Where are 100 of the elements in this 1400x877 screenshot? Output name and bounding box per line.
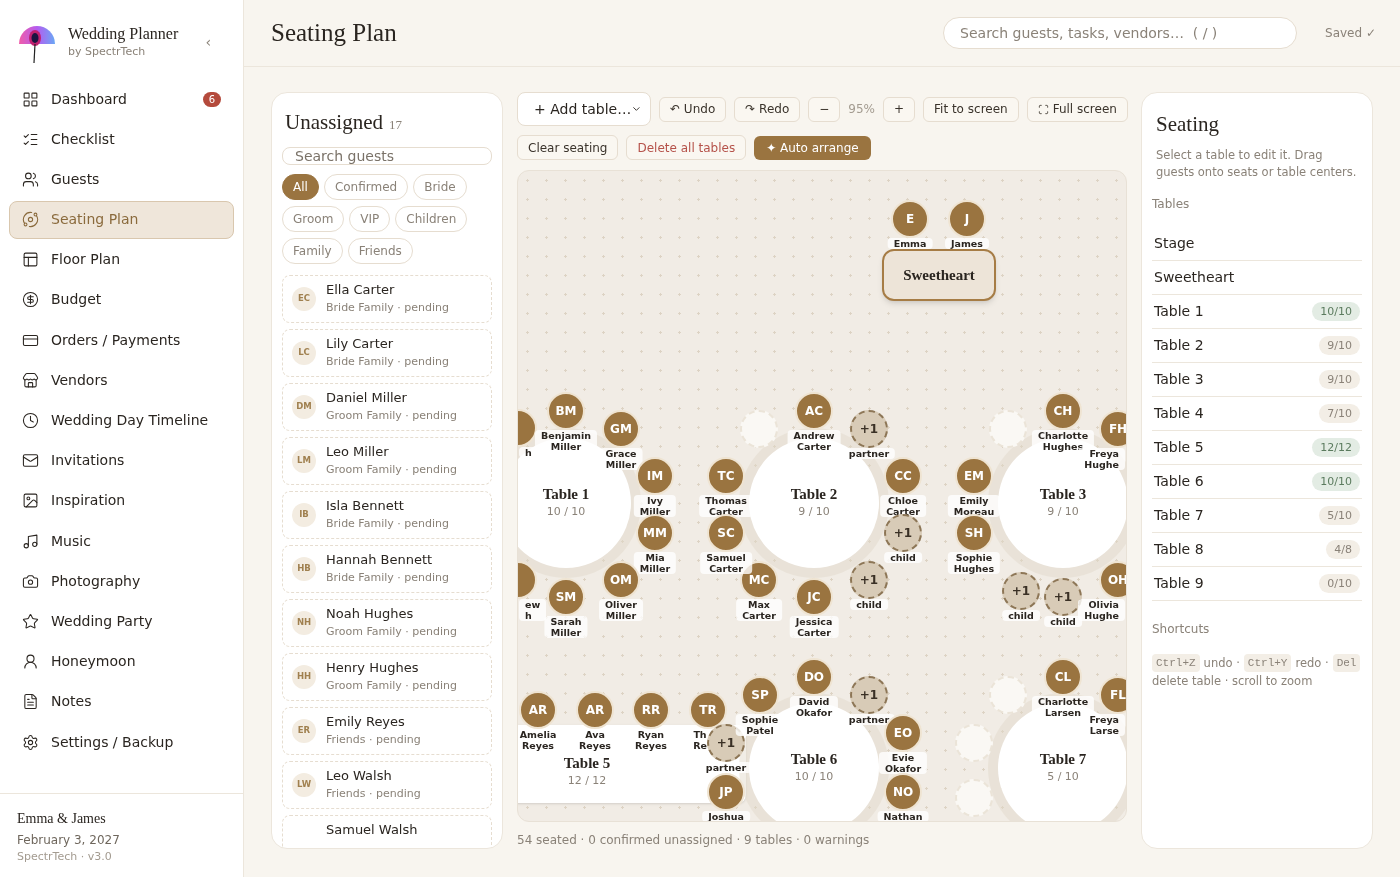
guest-seat[interactable]: E: [891, 200, 929, 238]
nav-item[interactable]: Honeymoon: [9, 642, 234, 681]
plus-one-seat[interactable]: +1: [1044, 578, 1082, 616]
nav-item[interactable]: Music: [9, 522, 234, 561]
guest-seat[interactable]: MM: [636, 514, 674, 552]
plus-one-seat[interactable]: +1: [884, 514, 922, 552]
nav-item[interactable]: Checklist: [9, 120, 234, 159]
guest-card[interactable]: ER Emily Reyes Friends · pending: [282, 706, 492, 755]
guest-card[interactable]: NH Noah Hughes Groom Family · pending: [282, 598, 492, 647]
guest-card[interactable]: DM Daniel Miller Groom Family · pending: [282, 382, 492, 431]
guest-seat[interactable]: GM: [602, 410, 640, 448]
delete-tables-button[interactable]: Delete all tables: [626, 135, 747, 160]
nav-item[interactable]: Orders / Payments: [9, 321, 234, 360]
plus-one-seat[interactable]: +1: [850, 410, 888, 448]
filter-chip[interactable]: Friends: [347, 237, 413, 264]
guest-card[interactable]: LM Leo Miller Groom Family · pending: [282, 436, 492, 485]
nav-item[interactable]: Settings / Backup: [9, 723, 234, 761]
guest-seat[interactable]: [518, 561, 537, 599]
nav-item[interactable]: Dashboard 6: [9, 80, 234, 118]
guest-seat[interactable]: NO: [884, 773, 922, 811]
guest-seat[interactable]: CL: [1044, 658, 1082, 696]
guest-seat[interactable]: J: [948, 200, 986, 238]
filter-chip[interactable]: VIP: [349, 205, 391, 232]
table-list-item[interactable]: Table 2 9/10: [1152, 328, 1362, 363]
auto-arrange-button[interactable]: ✦ Auto arrange: [754, 135, 871, 160]
nav-item[interactable]: Photography: [9, 562, 234, 601]
guest-seat[interactable]: BM: [547, 392, 585, 430]
guest-card[interactable]: HH Henry Hughes Groom Family · pending: [282, 652, 492, 701]
sweetheart-table[interactable]: Sweetheart: [882, 249, 996, 301]
plus-one-seat[interactable]: +1: [1002, 572, 1040, 610]
filter-chip[interactable]: Family: [282, 237, 343, 264]
table-list-item[interactable]: Table 5 12/12: [1152, 430, 1362, 465]
fit-button[interactable]: Fit to screen: [923, 96, 1019, 122]
plus-one-seat[interactable]: +1: [850, 676, 888, 714]
guest-seat[interactable]: OM: [602, 561, 640, 599]
guest-seat[interactable]: TC: [707, 457, 745, 495]
guest-seat[interactable]: EM: [955, 457, 993, 495]
guest-seat[interactable]: SC: [707, 514, 745, 552]
guest-seat[interactable]: CC: [884, 457, 922, 495]
plus-one-seat[interactable]: +1: [850, 561, 888, 599]
zoom-out-button[interactable]: −: [808, 96, 841, 122]
guest-card[interactable]: LW Leo Walsh Friends · pending: [282, 760, 492, 809]
collapse-button[interactable]: ‹: [205, 31, 211, 53]
guest-seat[interactable]: SP: [741, 676, 779, 714]
nav-item[interactable]: Notes: [9, 682, 234, 721]
nav-item[interactable]: Budget: [9, 280, 234, 319]
guest-card[interactable]: Samuel Walsh: [282, 814, 492, 848]
table-list-item[interactable]: Table 3 9/10: [1152, 362, 1362, 397]
guest-seat[interactable]: RR: [632, 691, 670, 729]
nav-item[interactable]: Inspiration: [9, 481, 234, 520]
guest-card[interactable]: HB Hannah Bennett Bride Family · pending: [282, 544, 492, 593]
guest-seat[interactable]: TR: [689, 691, 727, 729]
empty-seat[interactable]: [955, 724, 993, 762]
nav-item[interactable]: Floor Plan: [9, 240, 234, 279]
table-list-item[interactable]: Table 6 10/10: [1152, 464, 1362, 499]
guest-seat[interactable]: JC: [795, 578, 833, 616]
guest-seat[interactable]: AR: [576, 691, 614, 729]
filter-chip[interactable]: All: [282, 173, 319, 200]
table-list-item[interactable]: Table 8 4/8: [1152, 532, 1362, 567]
nav-item[interactable]: Wedding Day Timeline: [9, 401, 234, 440]
seating-canvas[interactable]: [517, 170, 1127, 822]
guest-seat[interactable]: IM: [636, 457, 674, 495]
fullscreen-button[interactable]: Full screen: [1026, 96, 1128, 122]
table-list-item[interactable]: Stage: [1152, 226, 1362, 261]
guest-seat[interactable]: DO: [795, 658, 833, 696]
add-table-dropdown[interactable]: + Add table…: [517, 92, 651, 126]
filter-chip[interactable]: Bride: [413, 173, 467, 200]
filter-chip[interactable]: Groom: [282, 205, 345, 232]
redo-button[interactable]: ↷ Redo: [734, 96, 801, 122]
guest-card[interactable]: IB Isla Bennett Bride Family · pending: [282, 490, 492, 539]
table-list-item[interactable]: Table 1 10/10: [1152, 294, 1362, 329]
table-list-item[interactable]: Table 9 0/10: [1152, 566, 1362, 601]
clear-seating-button[interactable]: Clear seating: [517, 135, 619, 160]
nav-item[interactable]: Guests: [9, 160, 234, 199]
undo-button[interactable]: ↶ Undo: [659, 96, 727, 122]
guest-card[interactable]: LC Lily Carter Bride Family · pending: [282, 328, 492, 377]
nav-item[interactable]: Seating Plan: [9, 200, 234, 239]
guest-search-field[interactable]: Search guests: [282, 146, 492, 165]
guest-seat[interactable]: AC: [795, 392, 833, 430]
nav-item[interactable]: Wedding Party: [9, 602, 234, 641]
filter-chip[interactable]: Children: [395, 205, 468, 232]
guest-seat[interactable]: FL: [1099, 676, 1126, 714]
empty-seat[interactable]: [989, 410, 1027, 448]
guest-card[interactable]: EC Ella Carter Bride Family · pending: [282, 274, 492, 323]
table-list-item[interactable]: Table 7 5/10: [1152, 498, 1362, 533]
nav-item[interactable]: Invitations: [9, 441, 234, 480]
guest-seat[interactable]: SM: [547, 578, 585, 616]
guest-seat[interactable]: [518, 409, 537, 447]
empty-seat[interactable]: [955, 779, 993, 817]
zoom-in-button[interactable]: +: [882, 96, 916, 122]
global-search-field[interactable]: Search guests, tasks, vendors… ( / ): [943, 17, 1298, 49]
guest-seat[interactable]: CH: [1044, 392, 1082, 430]
empty-seat[interactable]: [989, 676, 1027, 714]
filter-chip[interactable]: Confirmed: [323, 173, 409, 200]
empty-seat[interactable]: [740, 410, 778, 448]
nav-item[interactable]: Vendors: [9, 361, 234, 400]
table-list-item[interactable]: Table 4 7/10: [1152, 396, 1362, 431]
guest-seat[interactable]: AR: [519, 691, 557, 729]
guest-seat[interactable]: SH: [955, 514, 993, 552]
table-list-item[interactable]: Sweetheart: [1152, 260, 1362, 295]
